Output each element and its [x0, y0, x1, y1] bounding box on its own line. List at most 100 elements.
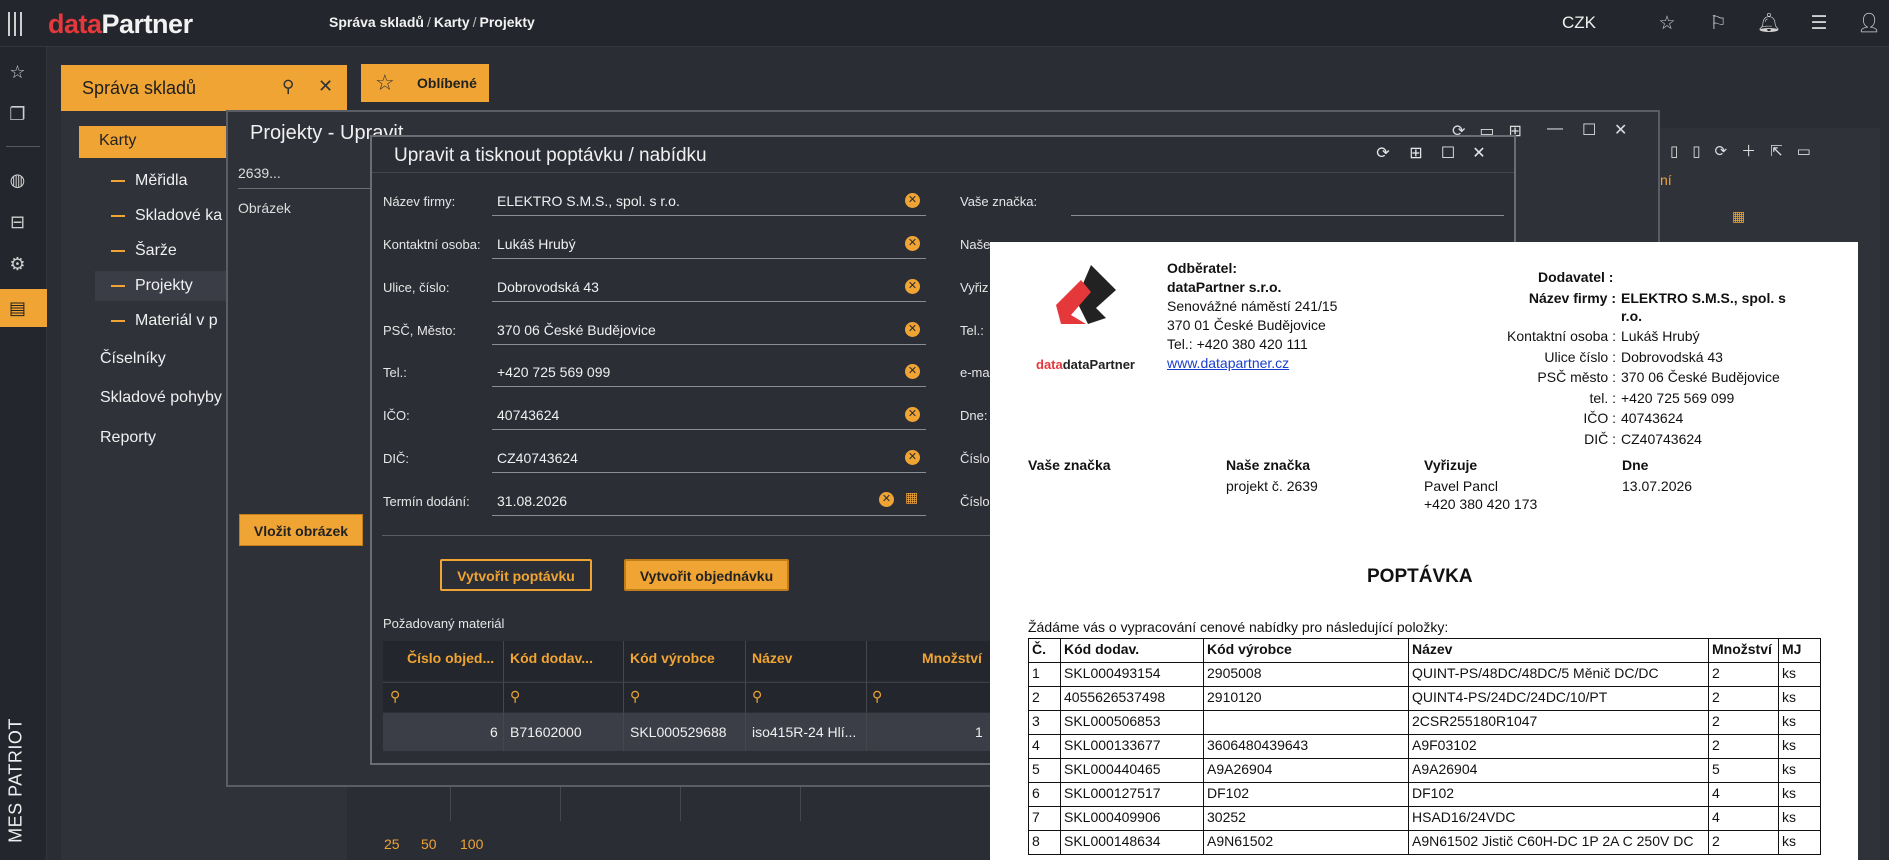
search-icon[interactable]: ⚲	[872, 688, 882, 705]
logo-text: datadataPartner	[1036, 357, 1135, 372]
breadcrumb-item[interactable]: Správa skladů	[329, 14, 424, 30]
create-order-button[interactable]: Vytvořit objednávku	[624, 559, 789, 591]
bell-icon[interactable]: 🔔︎	[1757, 12, 1781, 36]
table-row: 1 SKL000493154 2905008 QUINT-PS/48DC/48DC/5…	[1028, 662, 1821, 687]
contact-field[interactable]: Lukáš Hrubý	[497, 236, 576, 252]
phone-field[interactable]: +420 725 569 099	[497, 364, 610, 380]
your-ref-heading: Vaše značka	[1028, 457, 1111, 473]
panel-title: Správa skladů	[82, 78, 197, 98]
customer-website-link[interactable]: www.datapartner.cz	[1167, 355, 1289, 371]
favorites-button[interactable]: ☆ Oblíbené	[361, 64, 489, 102]
clear-icon[interactable]: ✕	[905, 236, 920, 251]
clear-icon[interactable]: ✕	[905, 364, 920, 379]
supplier-value: CZ40743624	[1621, 431, 1702, 447]
clear-icon[interactable]: ✕	[879, 492, 894, 507]
close-icon[interactable]: ✕	[1468, 143, 1490, 165]
calendar-icon[interactable]: ▦	[1732, 208, 1745, 225]
field-underline	[492, 258, 926, 259]
field-underline	[492, 429, 926, 430]
street-field[interactable]: Dobrovodská 43	[497, 279, 599, 295]
table-row: 7 SKL000409906 30252 HSAD16/24VDC 4 ks	[1028, 806, 1821, 831]
search-icon[interactable]: ⚲	[390, 688, 400, 705]
refresh-icon[interactable]: ⟳	[1372, 143, 1394, 165]
pager-50[interactable]: 50	[421, 836, 437, 852]
ico-label: IČO:	[383, 408, 410, 423]
pager-100[interactable]: 100	[460, 836, 483, 852]
nav-item-pohyby[interactable]: Skladové pohyby	[100, 389, 222, 407]
gear-icon[interactable]: ⚙	[0, 250, 35, 278]
flag-icon[interactable]: ⚐	[1706, 12, 1730, 36]
field-underline	[492, 515, 926, 516]
supplier-key: IČO :	[1583, 410, 1616, 426]
breadcrumb-item[interactable]: Karty	[434, 14, 470, 30]
supplier-value: 370 06 České Budějovice	[1621, 369, 1780, 385]
grid-toolbar-icons[interactable]: ▯▯⟳＋⇱▭	[1670, 140, 1825, 161]
warehouse-icon: ▤	[8, 298, 26, 318]
nav-item-reporty[interactable]: Reporty	[100, 429, 156, 447]
search-icon[interactable]: ⚲	[630, 688, 640, 705]
clear-icon[interactable]: ✕	[905, 322, 920, 337]
nav-item-ciselniky[interactable]: Číselníky	[100, 350, 166, 368]
col-number: Č.	[1028, 638, 1061, 663]
material-grid-filter-row	[383, 682, 1003, 712]
windows-icon[interactable]: ❐	[0, 100, 35, 128]
field-underline	[492, 301, 926, 302]
create-inquiry-button[interactable]: Vytvořit poptávku	[440, 559, 592, 591]
breadcrumb-item[interactable]: Projekty	[480, 14, 535, 30]
top-bar	[0, 0, 1889, 47]
col-supplier-code[interactable]: Kód dodav...	[510, 650, 593, 666]
currency-selector[interactable]: CZK	[1562, 13, 1596, 33]
ico-field[interactable]: 40743624	[497, 407, 559, 423]
handler-label: Vyřiz	[960, 280, 989, 295]
date-heading: Dne	[1622, 457, 1649, 473]
calendar-icon[interactable]: ▦	[905, 489, 918, 506]
grid-icon[interactable]: ⊞	[1405, 143, 1427, 165]
insert-image-button[interactable]: Vložit obrázek	[239, 514, 363, 546]
field-underline	[1071, 215, 1504, 216]
mes-patriot-label: MES PATRIOT	[5, 718, 26, 843]
delivery-date-field[interactable]: 31.08.2026	[497, 493, 567, 509]
field-underline	[492, 472, 926, 473]
close-icon[interactable]: ✕	[318, 76, 333, 97]
col-quantity[interactable]: Množství	[922, 650, 982, 666]
required-material-label: Požadovaný materiál	[383, 616, 505, 631]
dic-label: DIČ:	[383, 451, 409, 466]
project-number-field[interactable]: 2639...	[238, 165, 281, 181]
search-icon[interactable]: ⚲	[752, 688, 762, 705]
list-icon[interactable]: ☰	[1807, 12, 1831, 36]
pin-icon[interactable]: ⚲	[282, 77, 294, 97]
star-pin-icon[interactable]: ☆	[1655, 12, 1679, 36]
breadcrumb: Správa skladů / Karty / Projekty	[329, 14, 535, 30]
globe-icon[interactable]: ◍	[0, 166, 35, 194]
pager-25[interactable]: 25	[384, 836, 400, 852]
minimize-icon[interactable]: —	[1547, 120, 1563, 138]
star-icon[interactable]: ☆	[0, 58, 35, 86]
number-label: Číslo	[960, 451, 990, 466]
toolbox-icon[interactable]: ⊟	[0, 208, 35, 236]
grid-col-line	[623, 641, 624, 751]
user-icon[interactable]: 👤︎	[1857, 12, 1881, 36]
company-label: Název firmy:	[383, 194, 456, 209]
clear-icon[interactable]: ✕	[905, 450, 920, 465]
clear-icon[interactable]: ✕	[905, 279, 920, 294]
clear-icon[interactable]: ✕	[905, 407, 920, 422]
dic-field[interactable]: CZ40743624	[497, 450, 578, 466]
company-field[interactable]: ELEKTRO S.M.S., spol. s r.o.	[497, 193, 680, 209]
grid-col-line	[560, 787, 561, 821]
contact-label: Kontaktní osoba:	[383, 237, 481, 252]
clear-icon[interactable]: ✕	[905, 193, 920, 208]
col-manufacturer-code[interactable]: Kód výrobce	[630, 650, 715, 666]
table-header-row: Č. Kód dodav. Kód výrobce Název Množství…	[1028, 638, 1821, 663]
col-name[interactable]: Název	[752, 650, 792, 666]
search-icon[interactable]: ⚲	[510, 688, 520, 705]
col-quantity: Množství	[1708, 638, 1779, 663]
field-underline	[238, 188, 370, 189]
app-logo[interactable]: dataPartner	[48, 9, 193, 40]
col-order-number[interactable]: Číslo objed...	[407, 650, 494, 666]
close-icon[interactable]: ✕	[1614, 120, 1627, 140]
zip-city-field[interactable]: 370 06 České Budějovice	[497, 322, 656, 338]
maximize-icon[interactable]: ☐	[1437, 143, 1459, 165]
menu-icon[interactable]	[8, 12, 30, 36]
maximize-icon[interactable]: ☐	[1582, 120, 1596, 140]
street-label: Ulice, číslo:	[383, 280, 450, 295]
